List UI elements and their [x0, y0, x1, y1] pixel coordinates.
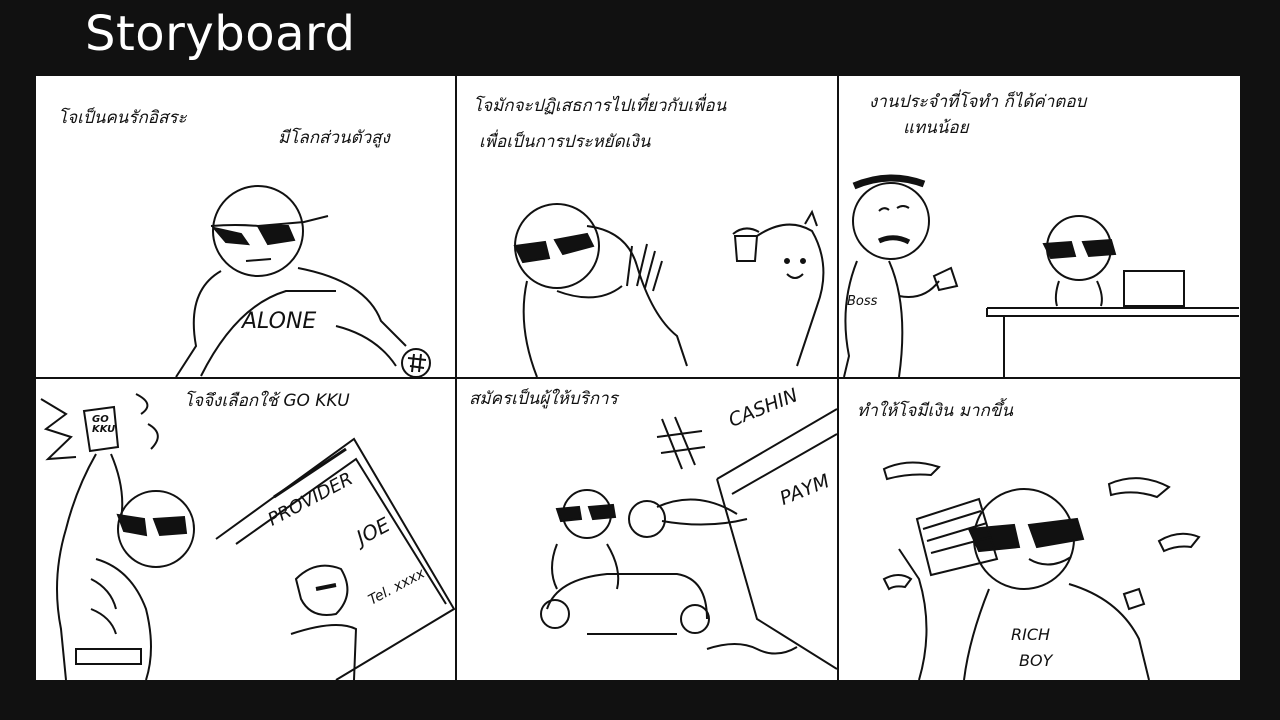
panel-6-shirt-text-1: RICH [1011, 625, 1051, 644]
panel-3-drawing [843, 174, 1239, 377]
panel-3-boss-badge: Boss [847, 294, 878, 309]
panel-6-shirt-text-2: BOY [1019, 651, 1053, 670]
panel-2-drawing [513, 203, 825, 377]
storyboard-grid: โจเป็นคนรักอิสระ มีโลกส่วนตัวสูง ALONE โ… [36, 76, 1240, 680]
panel-4: โจจึงเลือกใช้ GO KKU GO KKU PROVIDER JOE… [36, 379, 455, 680]
panel-5-drawing [540, 408, 837, 670]
slide-title: Storyboard [85, 6, 356, 62]
panel-2: โจมักจะปฏิเสธการไปเที่ยวกับเพื่อน เพื่อเ… [457, 76, 837, 377]
panel-6: ทำให้โจมีเงิน มากขึ้น RICH BOY [839, 379, 1240, 680]
panel-1-shirt-text: ALONE [242, 309, 317, 334]
panel-divider-horizontal [36, 377, 1240, 379]
storyboard-slide: Storyboard โจเป็นคนรักอิสระ มีโลกส่วนตัว… [0, 0, 1280, 720]
panel-1: โจเป็นคนรักอิสระ มีโลกส่วนตัวสูง ALONE [36, 76, 455, 377]
panel-3: งานประจำที่โจทำ ก็ได้ค่าตอบ แทนน้อย Boss [839, 76, 1240, 377]
panel-4-phone-text: GO KKU [92, 414, 116, 435]
panel-5: สมัครเป็นผู้ให้บริการ CASHIN PAYM [457, 379, 837, 680]
